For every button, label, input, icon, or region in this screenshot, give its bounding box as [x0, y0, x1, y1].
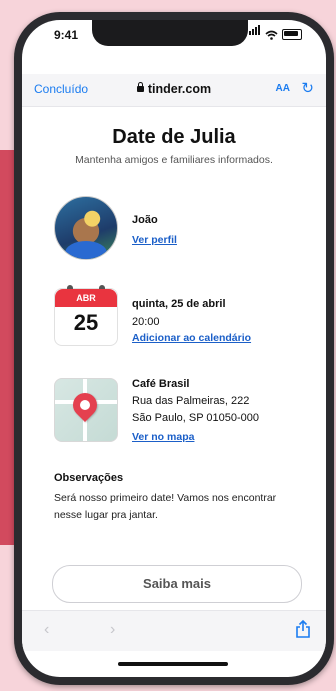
notes-text: Será nosso primeiro date! Vamos nos enco… [54, 492, 277, 521]
back-arrow-icon[interactable]: ‹ [44, 621, 49, 639]
notes-title: Observações [54, 472, 124, 484]
event-date: quinta, 25 de abril [132, 298, 226, 310]
event-time: 20:00 [132, 316, 160, 328]
place-street: Rua das Palmeiras, 222 [132, 395, 250, 407]
url-text: tinder.com [147, 82, 212, 96]
page-title: Date de Julia [112, 126, 236, 148]
phone-screen: 9:41 Concluído tinder.com AA ↻ Date de J… [22, 20, 326, 677]
lock-icon [136, 82, 144, 92]
notch [92, 20, 248, 46]
text-size-button[interactable]: AA [276, 83, 290, 94]
place-city: São Paulo, SP 01050-000 [132, 412, 260, 424]
browser-bottom-bar: ‹ › [22, 610, 326, 651]
learn-more-button[interactable]: Saiba mais [52, 565, 302, 603]
calendar-icon: ABR 25 [54, 285, 118, 346]
avatar [54, 196, 118, 260]
share-icon[interactable] [294, 619, 312, 639]
signal-icon [249, 22, 261, 40]
view-profile-link[interactable]: Ver perfil [132, 234, 177, 246]
person-name: João [132, 214, 158, 226]
reload-icon[interactable]: ↻ [301, 79, 314, 97]
page-subtitle: Mantenha amigos e familiares informados. [75, 154, 273, 166]
place-name: Café Brasil [132, 378, 190, 390]
map-thumbnail[interactable] [54, 378, 118, 442]
forward-arrow-icon[interactable]: › [110, 621, 115, 639]
map-pin-icon [68, 388, 102, 422]
home-indicator[interactable] [118, 662, 228, 666]
calendar-month: ABR [55, 289, 117, 307]
view-map-link[interactable]: Ver no mapa [132, 431, 194, 443]
wifi-icon [265, 30, 278, 40]
status-icons [249, 25, 302, 40]
status-time: 9:41 [54, 28, 79, 42]
add-to-calendar-link[interactable]: Adicionar ao calendário [132, 332, 251, 344]
calendar-day: 25 [73, 310, 99, 335]
battery-icon [282, 29, 302, 40]
browser-top-bar: Concluído tinder.com AA ↻ [22, 74, 326, 107]
